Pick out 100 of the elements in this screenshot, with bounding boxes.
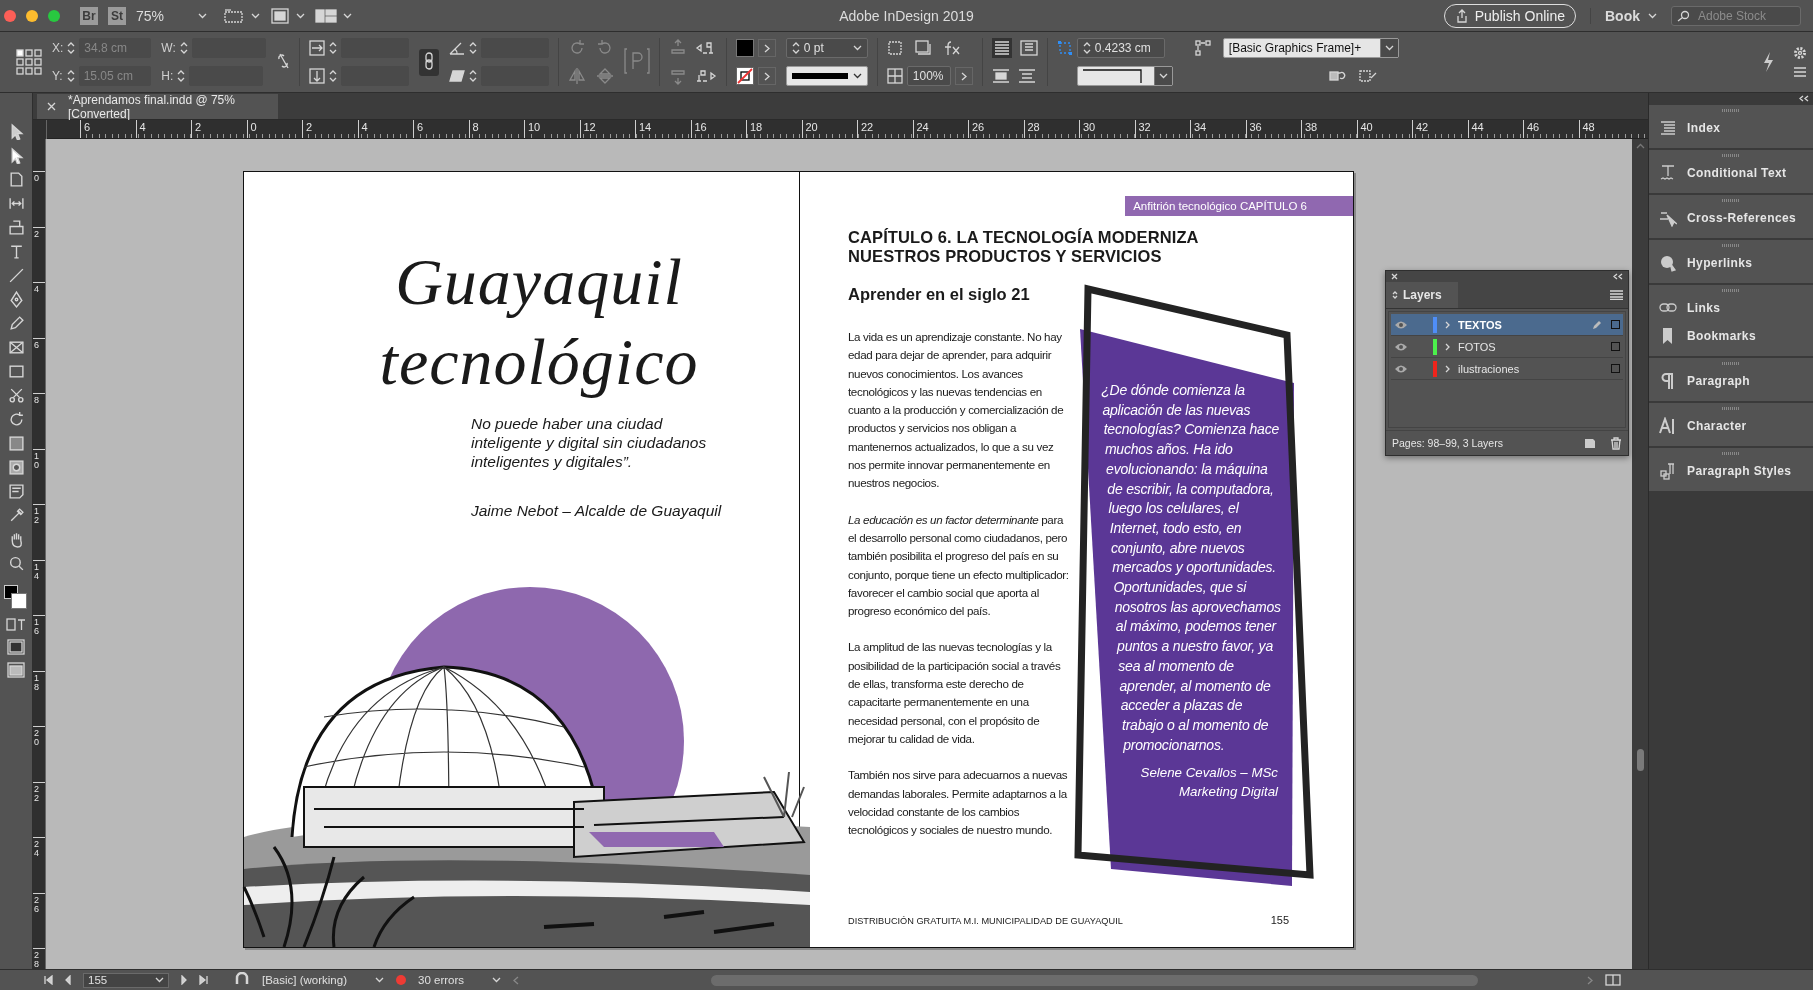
page-icon[interactable] (7, 171, 25, 188)
screen-mode-icon[interactable] (7, 662, 25, 678)
frame-edges-icon[interactable] (223, 7, 246, 24)
clear-overrides-icon[interactable] (1328, 69, 1347, 83)
reference-point-icon[interactable] (16, 49, 42, 75)
chevron-right-icon[interactable] (1445, 342, 1450, 351)
panel-menu-icon[interactable] (1610, 290, 1623, 300)
layer-row[interactable]: ilustraciones (1391, 358, 1623, 380)
search-field[interactable]: Adobe Stock (1671, 5, 1801, 26)
align-top-button[interactable] (991, 38, 1012, 58)
arrange-documents-button[interactable] (315, 7, 353, 24)
errors-dropdown[interactable]: 30 errors (418, 974, 502, 986)
corner-style-dropdown[interactable] (1076, 66, 1173, 86)
justify-vertical-icon[interactable] (1017, 68, 1036, 84)
stock-button[interactable]: St (108, 6, 126, 25)
gradient-feather-icon[interactable] (7, 459, 25, 476)
fill-swatch[interactable] (735, 39, 754, 57)
more-button[interactable] (757, 39, 776, 57)
document-tab[interactable]: *Aprendamos final.indd @ 75% [Converted] (37, 94, 278, 119)
collapse-icon[interactable] (1799, 94, 1809, 102)
object-style-dropdown[interactable]: [Basic Graphics Frame]+ (1222, 38, 1399, 58)
effects-fx-icon[interactable] (942, 40, 961, 56)
stroke-weight-dropdown[interactable]: 0 pt (785, 38, 868, 58)
object-style-icon[interactable] (1194, 40, 1211, 56)
close-icon[interactable] (47, 102, 56, 111)
gap-icon[interactable] (7, 195, 25, 212)
scrollbar-thumb[interactable] (711, 974, 1479, 986)
preflight-icon[interactable] (234, 972, 250, 986)
note-icon[interactable] (7, 483, 25, 500)
view-options-button[interactable] (223, 7, 261, 24)
opacity-field[interactable]: 100% (906, 66, 951, 86)
eye-icon[interactable] (1394, 341, 1408, 352)
screen-mode-button[interactable] (270, 6, 306, 25)
scrollbar-thumb[interactable] (1636, 749, 1644, 771)
zoom-icon[interactable] (7, 555, 25, 572)
split-view-icon[interactable] (1605, 974, 1621, 986)
first-page-icon[interactable] (44, 975, 53, 985)
spinner-icon[interactable] (1082, 40, 1091, 56)
spinner-icon[interactable] (177, 68, 186, 84)
selection-square[interactable] (1610, 364, 1620, 373)
zoom-dropdown[interactable]: 75% (136, 7, 208, 24)
lightning-icon[interactable] (1761, 51, 1775, 73)
menu-icon[interactable] (1793, 66, 1807, 78)
more-button[interactable] (954, 67, 973, 85)
spacing-field[interactable]: 0.4233 cm (1076, 38, 1165, 58)
line-icon[interactable] (7, 267, 25, 284)
preflight-profile-dropdown[interactable]: [Basic] (working) (262, 974, 384, 986)
scale-width-icon[interactable] (308, 40, 325, 56)
selection-square[interactable] (1610, 320, 1620, 329)
screen-mode-icon[interactable] (270, 6, 291, 25)
more-button[interactable] (757, 67, 776, 85)
panel-button[interactable]: Bookmarks (1649, 322, 1813, 350)
workspace-dropdown[interactable]: Book (1590, 7, 1657, 24)
next-page-icon[interactable] (181, 975, 187, 985)
opacity-icon[interactable] (886, 68, 903, 84)
gradient-icon[interactable] (7, 435, 25, 452)
scissors-icon[interactable] (7, 387, 25, 404)
panel-button[interactable]: Links (1649, 294, 1813, 322)
spinner-icon[interactable] (791, 40, 800, 56)
scroll-up-icon[interactable] (1635, 143, 1645, 149)
chain-link-icon[interactable] (275, 51, 290, 70)
last-page-icon[interactable] (199, 975, 208, 985)
spinner-icon[interactable] (328, 40, 337, 56)
eye-icon[interactable] (1394, 363, 1408, 374)
spinner-icon[interactable] (66, 68, 75, 84)
zoom-window-button[interactable] (48, 9, 60, 22)
frame-icon[interactable] (7, 339, 25, 356)
previous-page-icon[interactable] (65, 975, 71, 985)
minimize-window-button[interactable] (26, 9, 38, 22)
align-center-icon[interactable] (991, 68, 1010, 84)
stroke-swatch[interactable] (735, 67, 754, 85)
eye-icon[interactable] (1394, 319, 1408, 330)
drop-shadow-icon[interactable] (914, 40, 931, 56)
formatting-container-icon[interactable] (6, 618, 26, 632)
layer-row[interactable]: FOTOS (1391, 336, 1623, 358)
fit-frame-icon[interactable] (886, 40, 903, 56)
page-number-field[interactable]: 155 (83, 972, 169, 988)
delete-icon[interactable] (1610, 436, 1622, 450)
rectangle-icon[interactable] (7, 363, 25, 380)
rotate-icon[interactable] (7, 411, 25, 428)
selection-square[interactable] (1610, 342, 1620, 351)
spinner-icon[interactable] (179, 40, 188, 56)
new-layer-icon[interactable] (1584, 437, 1596, 449)
scale-height-icon[interactable] (308, 68, 325, 84)
caret-icon[interactable] (852, 73, 862, 79)
shear-icon[interactable] (448, 68, 465, 84)
stroke-type-dropdown[interactable] (785, 66, 868, 86)
collapse-icon[interactable] (1613, 273, 1623, 280)
settings-icon[interactable] (1793, 46, 1807, 60)
layer-row[interactable]: TEXTOS (1391, 314, 1623, 336)
bridge-button[interactable]: Br (80, 6, 98, 25)
normal-view-icon[interactable] (7, 639, 25, 655)
columns-icon[interactable] (1019, 40, 1038, 56)
angle-icon[interactable] (448, 40, 465, 56)
pencil-icon[interactable] (7, 315, 25, 332)
chevron-right-icon[interactable] (1445, 320, 1450, 329)
close-window-button[interactable] (4, 9, 16, 22)
pen-icon[interactable] (7, 291, 25, 308)
close-icon[interactable] (1391, 273, 1398, 280)
spinner-icon[interactable] (328, 68, 337, 84)
